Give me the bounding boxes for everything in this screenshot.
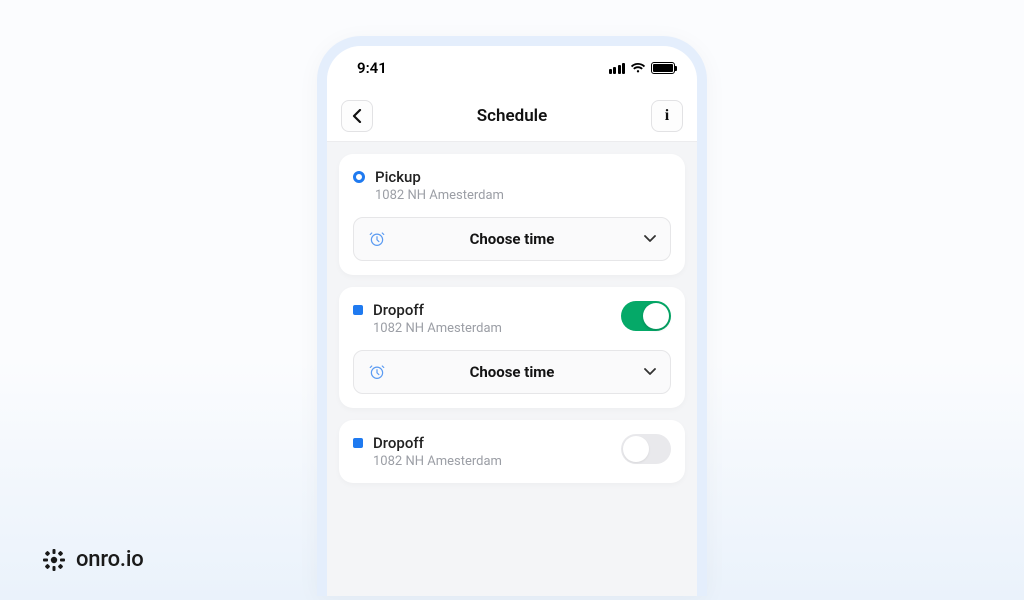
brand-text: onro.io xyxy=(76,547,144,572)
globe-icon xyxy=(42,548,66,572)
toggle-knob xyxy=(623,436,649,462)
dropoff-toggle[interactable] xyxy=(621,434,671,464)
battery-icon xyxy=(651,62,675,74)
stop-address: 1082 NH Amesterdam xyxy=(373,321,502,336)
pickup-dot-icon xyxy=(353,171,365,183)
choose-time-button[interactable]: Choose time xyxy=(353,217,671,261)
brand: onro.io xyxy=(42,547,144,572)
dropoff-square-icon xyxy=(353,438,363,448)
stop-title: Dropoff xyxy=(373,301,502,319)
dropoff-toggle[interactable] xyxy=(621,301,671,331)
phone-frame: 9:41 Schedule i xyxy=(317,36,707,596)
status-bar: 9:41 xyxy=(327,46,697,90)
signal-icon xyxy=(609,63,626,74)
status-icons xyxy=(609,62,676,74)
choose-time-label: Choose time xyxy=(354,363,670,381)
stop-address: 1082 NH Amesterdam xyxy=(373,454,502,469)
nav-bar: Schedule i xyxy=(327,90,697,142)
stop-title: Pickup xyxy=(375,168,504,186)
page-title: Schedule xyxy=(477,106,548,126)
toggle-knob xyxy=(643,303,669,329)
chevron-left-icon xyxy=(352,109,362,123)
dropoff-square-icon xyxy=(353,305,363,315)
status-time: 9:41 xyxy=(357,59,387,77)
choose-time-label: Choose time xyxy=(354,230,670,248)
info-button[interactable]: i xyxy=(651,100,683,132)
stop-address: 1082 NH Amesterdam xyxy=(375,188,504,203)
wifi-icon xyxy=(630,62,646,74)
content: Pickup 1082 NH Amesterdam Choose time xyxy=(327,142,697,495)
stop-card-dropoff: Dropoff 1082 NH Amesterdam Choose time xyxy=(339,287,685,408)
choose-time-button[interactable]: Choose time xyxy=(353,350,671,394)
stop-title: Dropoff xyxy=(373,434,502,452)
back-button[interactable] xyxy=(341,100,373,132)
stop-card-pickup: Pickup 1082 NH Amesterdam Choose time xyxy=(339,154,685,275)
stop-card-dropoff: Dropoff 1082 NH Amesterdam xyxy=(339,420,685,483)
